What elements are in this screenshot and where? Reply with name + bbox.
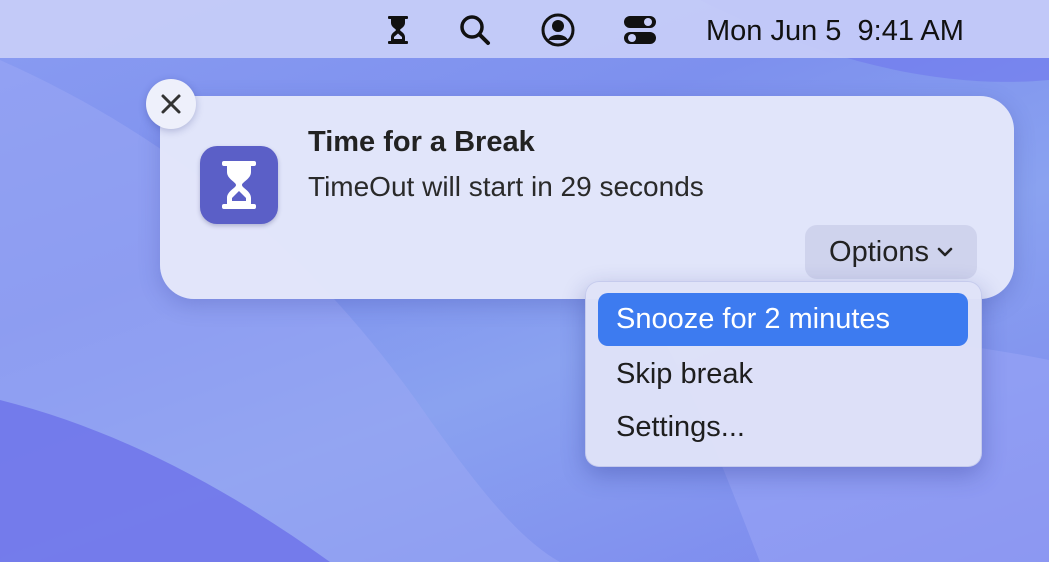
search-icon[interactable]	[458, 13, 492, 47]
notification-banner[interactable]: Time for a Break TimeOut will start in 2…	[160, 96, 1014, 299]
menu-bar-clock[interactable]: Mon Jun 5 9:41 AM	[706, 13, 964, 49]
options-button[interactable]: Options	[805, 225, 977, 279]
options-label: Options	[829, 235, 929, 268]
notification-title: Time for a Break	[308, 126, 535, 158]
chevron-down-icon	[937, 247, 953, 257]
menu-bar: Mon Jun 5 9:41 AM	[0, 0, 1049, 58]
options-menu: Snooze for 2 minutes Skip break Settings…	[585, 281, 982, 467]
close-notification-button[interactable]	[146, 79, 196, 129]
hourglass-icon	[222, 161, 256, 209]
app-icon	[200, 146, 278, 224]
menu-item-settings[interactable]: Settings...	[598, 401, 968, 454]
close-icon	[161, 94, 181, 114]
menu-item-skip-break[interactable]: Skip break	[598, 348, 968, 401]
notification-body: TimeOut will start in 29 seconds	[308, 171, 704, 202]
desktop: Mon Jun 5 9:41 AM Time for a Break TimeO…	[0, 0, 1049, 562]
menu-item-snooze[interactable]: Snooze for 2 minutes	[598, 293, 968, 346]
hourglass-icon[interactable]	[381, 13, 415, 47]
user-account-icon[interactable]	[541, 13, 575, 47]
control-center-icon[interactable]	[623, 13, 657, 47]
